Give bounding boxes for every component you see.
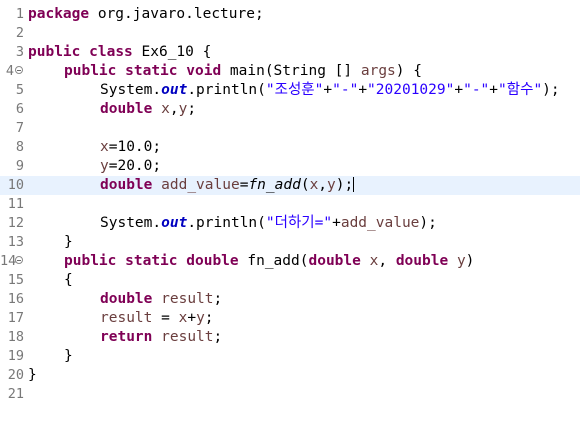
code-line-5[interactable]: 5 System.out.println("조성훈"+"-"+"20201029… [0, 81, 580, 100]
code-line-4[interactable]: 4 public static void main(String [] args… [0, 62, 580, 81]
code-text: } [64, 234, 73, 250]
code-line-10-current[interactable]: 10 double add_value=fn_add(x,y); [0, 176, 580, 195]
code-line-1[interactable]: 1 package org.javaro.lecture; [0, 5, 580, 24]
code-text: { [64, 272, 73, 288]
code-text: public class Ex6_10 { [28, 44, 212, 60]
code-text: package org.javaro.lecture; [28, 6, 264, 22]
line-number: 19 [7, 348, 24, 364]
code-text: double add_value=fn_add(x,y); [100, 177, 355, 193]
line-number: 9 [15, 158, 24, 174]
code-line-21[interactable]: 21 [0, 385, 580, 404]
line-number: 14 [0, 253, 17, 269]
code-line-9[interactable]: 9 y=20.0; [0, 157, 580, 176]
code-line-16[interactable]: 16 double result; [0, 290, 580, 309]
line-number: 18 [7, 329, 24, 345]
code-text: return result; [100, 329, 223, 345]
code-line-6[interactable]: 6 double x,y; [0, 100, 580, 119]
code-line-17[interactable]: 17 result = x+y; [0, 309, 580, 328]
code-line-19[interactable]: 19 } [0, 347, 580, 366]
line-number: 5 [15, 82, 24, 98]
code-line-18[interactable]: 18 return result; [0, 328, 580, 347]
line-number: 4 [5, 63, 14, 79]
code-line-20[interactable]: 20 } [0, 366, 580, 385]
line-number: 11 [7, 196, 24, 212]
line-number: 2 [15, 25, 24, 41]
code-text: public static void main(String [] args) … [64, 63, 422, 79]
code-line-12[interactable]: 12 System.out.println("더하기="+add_value); [0, 214, 580, 233]
line-number: 8 [15, 139, 24, 155]
code-line-3[interactable]: 3 public class Ex6_10 { [0, 43, 580, 62]
line-number: 1 [15, 6, 24, 22]
code-text: double result; [100, 291, 223, 307]
line-number: 13 [7, 234, 24, 250]
line-number: 7 [15, 120, 24, 136]
code-text: } [64, 348, 73, 364]
line-number: 16 [7, 291, 24, 307]
line-number: 21 [7, 386, 24, 402]
code-text: } [28, 367, 37, 383]
code-text: y=20.0; [100, 158, 162, 174]
line-number: 12 [7, 215, 24, 231]
line-number: 17 [7, 310, 24, 326]
code-editor[interactable]: 1 package org.javaro.lecture; 2 3 public… [0, 0, 580, 428]
code-text: result = x+y; [100, 310, 214, 326]
code-text: System.out.println("더하기="+add_value); [100, 215, 437, 231]
line-number: 3 [15, 44, 24, 60]
code-line-7[interactable]: 7 [0, 119, 580, 138]
code-text: double x,y; [100, 101, 197, 117]
code-line-14[interactable]: 14 public static double fn_add(double x,… [0, 252, 580, 271]
fold-toggle-icon[interactable] [15, 256, 23, 264]
code-line-13[interactable]: 13 } [0, 233, 580, 252]
code-line-11[interactable]: 11 [0, 195, 580, 214]
line-number: 15 [7, 272, 24, 288]
code-text: x=10.0; [100, 139, 162, 155]
text-caret [353, 177, 355, 192]
code-text: System.out.println("조성훈"+"-"+"20201029"+… [100, 82, 560, 98]
code-text: public static double fn_add(double x, do… [64, 253, 475, 269]
line-number: 10 [7, 177, 24, 193]
code-line-2[interactable]: 2 [0, 24, 580, 43]
code-line-15[interactable]: 15 { [0, 271, 580, 290]
code-line-8[interactable]: 8 x=10.0; [0, 138, 580, 157]
fold-toggle-icon[interactable] [15, 66, 23, 74]
line-number: 20 [7, 367, 24, 383]
line-number: 6 [15, 101, 24, 117]
